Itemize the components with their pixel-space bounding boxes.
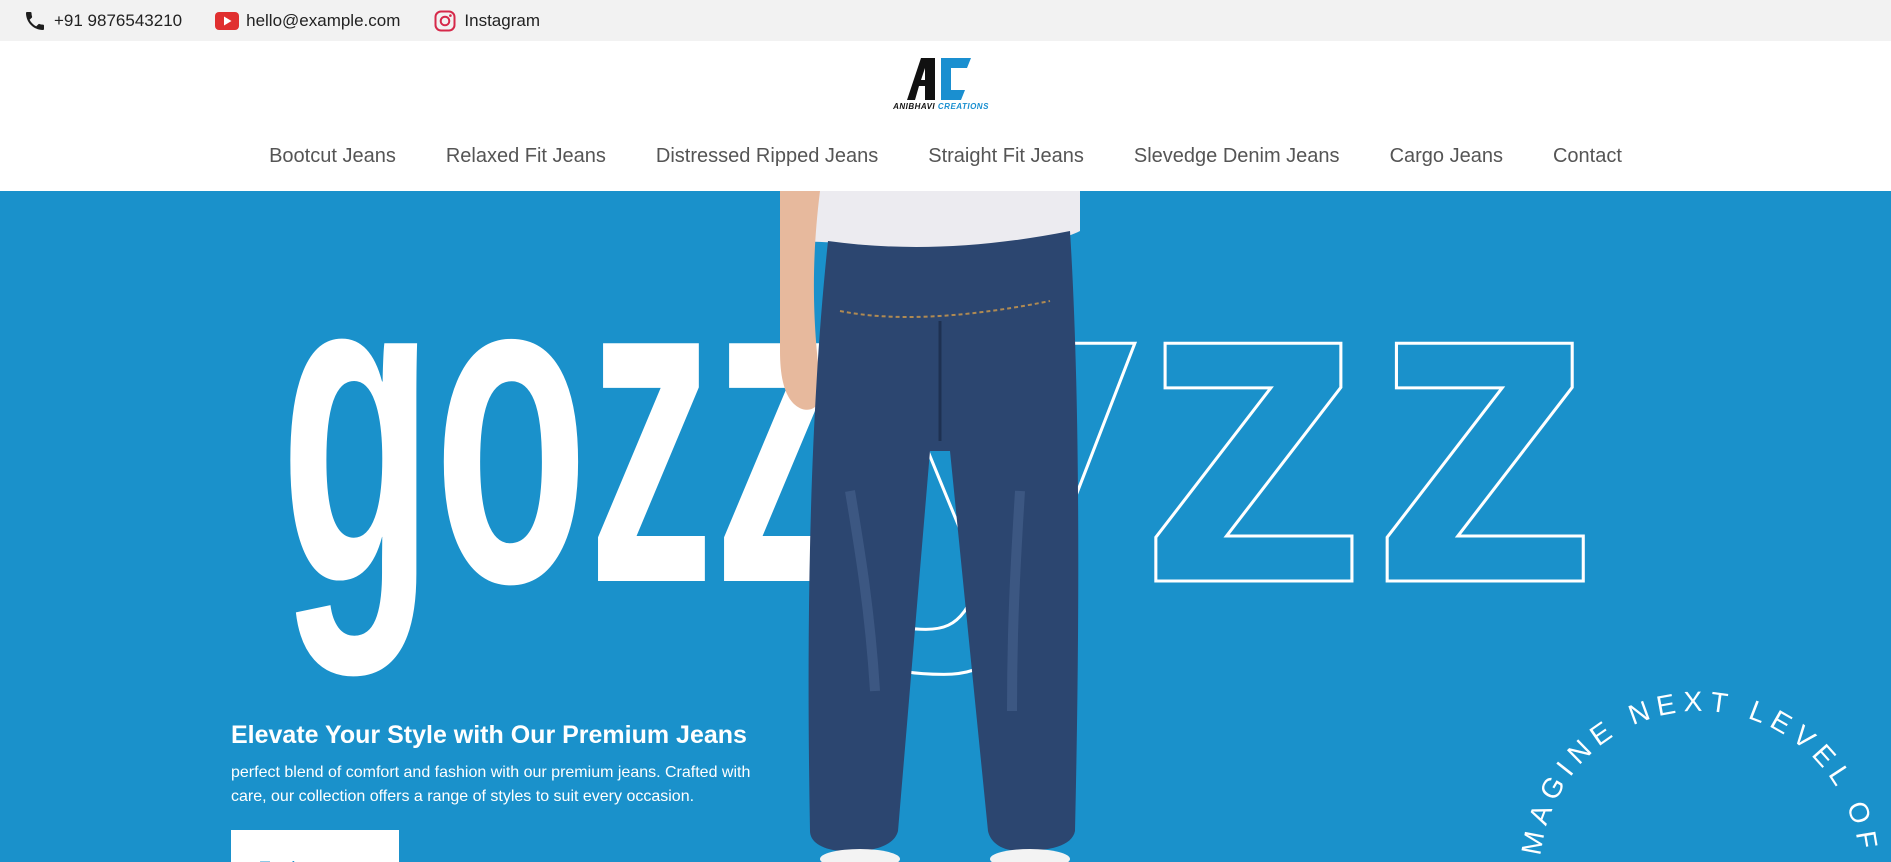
instagram-label: Instagram — [464, 10, 540, 30]
logo-mark — [907, 58, 971, 100]
logo-tagline: ANIBHAVI CREATIONS — [893, 102, 989, 111]
phone-number: +91 9876543210 — [54, 10, 183, 30]
phone-icon — [22, 8, 48, 34]
nav-item-relaxed-fit-jeans[interactable]: Relaxed Fit Jeans — [446, 145, 606, 168]
hero-description: perfect blend of comfort and fashion wit… — [231, 764, 751, 805]
brand-logo[interactable]: ANIBHAVI CREATIONS — [885, 54, 997, 112]
nav-item-distressed-ripped-jeans[interactable]: Distressed Ripped Jeans — [656, 145, 878, 168]
nav-item-straight-fit-jeans[interactable]: Straight Fit Jeans — [928, 145, 1084, 168]
top-contact-bar: +91 9876543210 hello@example.com Instagr… — [0, 0, 1891, 41]
circular-tagline-text: IMAGINE NEXT LEVEL OF FASHION — [1480, 621, 1878, 862]
email-link[interactable]: hello@example.com — [214, 8, 400, 34]
hero-heading: Elevate Your Style with Our Premium Jean… — [231, 721, 747, 749]
model-jeans-image — [780, 191, 1080, 862]
site-header: ANIBHAVI CREATIONS Bootcut Jeans Relaxed… — [0, 41, 1891, 191]
email-address: hello@example.com — [246, 10, 401, 30]
nav-item-cargo-jeans[interactable]: Cargo Jeans — [1390, 145, 1503, 168]
explore-more-button[interactable]: Explore more — [231, 830, 399, 862]
hero-banner: gozz yzz Elevate Your Style with Our Pre… — [0, 191, 1891, 862]
instagram-link[interactable]: Instagram — [432, 8, 540, 34]
wordmark-solid: gozz — [280, 191, 840, 679]
nav-item-contact[interactable]: Contact — [1553, 145, 1622, 168]
youtube-icon — [214, 8, 240, 34]
circular-tagline: IMAGINE NEXT LEVEL OF FASHION — [1480, 621, 1880, 862]
instagram-icon — [432, 8, 458, 34]
phone-link[interactable]: +91 9876543210 — [22, 8, 182, 34]
nav-item-bootcut-jeans[interactable]: Bootcut Jeans — [269, 145, 396, 168]
main-nav: Bootcut Jeans Relaxed Fit Jeans Distress… — [0, 145, 1891, 168]
svg-text:IMAGINE NEXT LEVEL OF FASHION: IMAGINE NEXT LEVEL OF FASHION — [1480, 621, 1880, 862]
nav-item-slevedge-denim-jeans[interactable]: Slevedge Denim Jeans — [1134, 145, 1340, 168]
